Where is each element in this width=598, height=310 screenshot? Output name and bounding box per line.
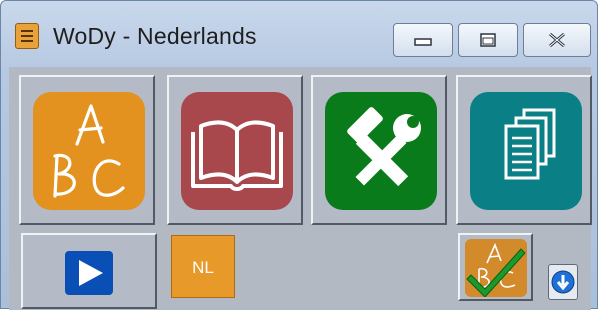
abc-check-button[interactable] xyxy=(458,233,533,301)
app-window: WoDy - Nederlands NL xyxy=(0,0,598,310)
tools-tile[interactable] xyxy=(311,75,447,225)
documents-tile[interactable] xyxy=(456,75,592,225)
title-bar[interactable]: WoDy - Nederlands xyxy=(1,1,597,65)
maximize-button[interactable] xyxy=(458,23,518,57)
language-button[interactable]: NL xyxy=(171,235,235,298)
minimize-button[interactable] xyxy=(393,23,453,57)
info-down-icon xyxy=(551,270,575,294)
main-panel: NL xyxy=(9,67,592,310)
app-notebook-icon[interactable] xyxy=(15,23,39,49)
abc-handwriting-icon xyxy=(33,92,145,210)
play-button[interactable] xyxy=(21,233,157,309)
abc-tile[interactable] xyxy=(19,75,155,225)
close-button[interactable] xyxy=(523,23,591,57)
open-book-icon xyxy=(181,92,293,210)
info-button[interactable] xyxy=(548,264,578,300)
abc-check-icon xyxy=(465,239,527,297)
maximize-icon xyxy=(480,33,496,47)
minimize-icon xyxy=(414,38,432,46)
close-icon xyxy=(549,32,565,48)
documents-icon xyxy=(470,92,582,210)
window-title: WoDy - Nederlands xyxy=(53,23,257,49)
dictionary-tile[interactable] xyxy=(167,75,303,225)
tools-icon xyxy=(325,92,437,210)
play-icon xyxy=(65,251,113,295)
